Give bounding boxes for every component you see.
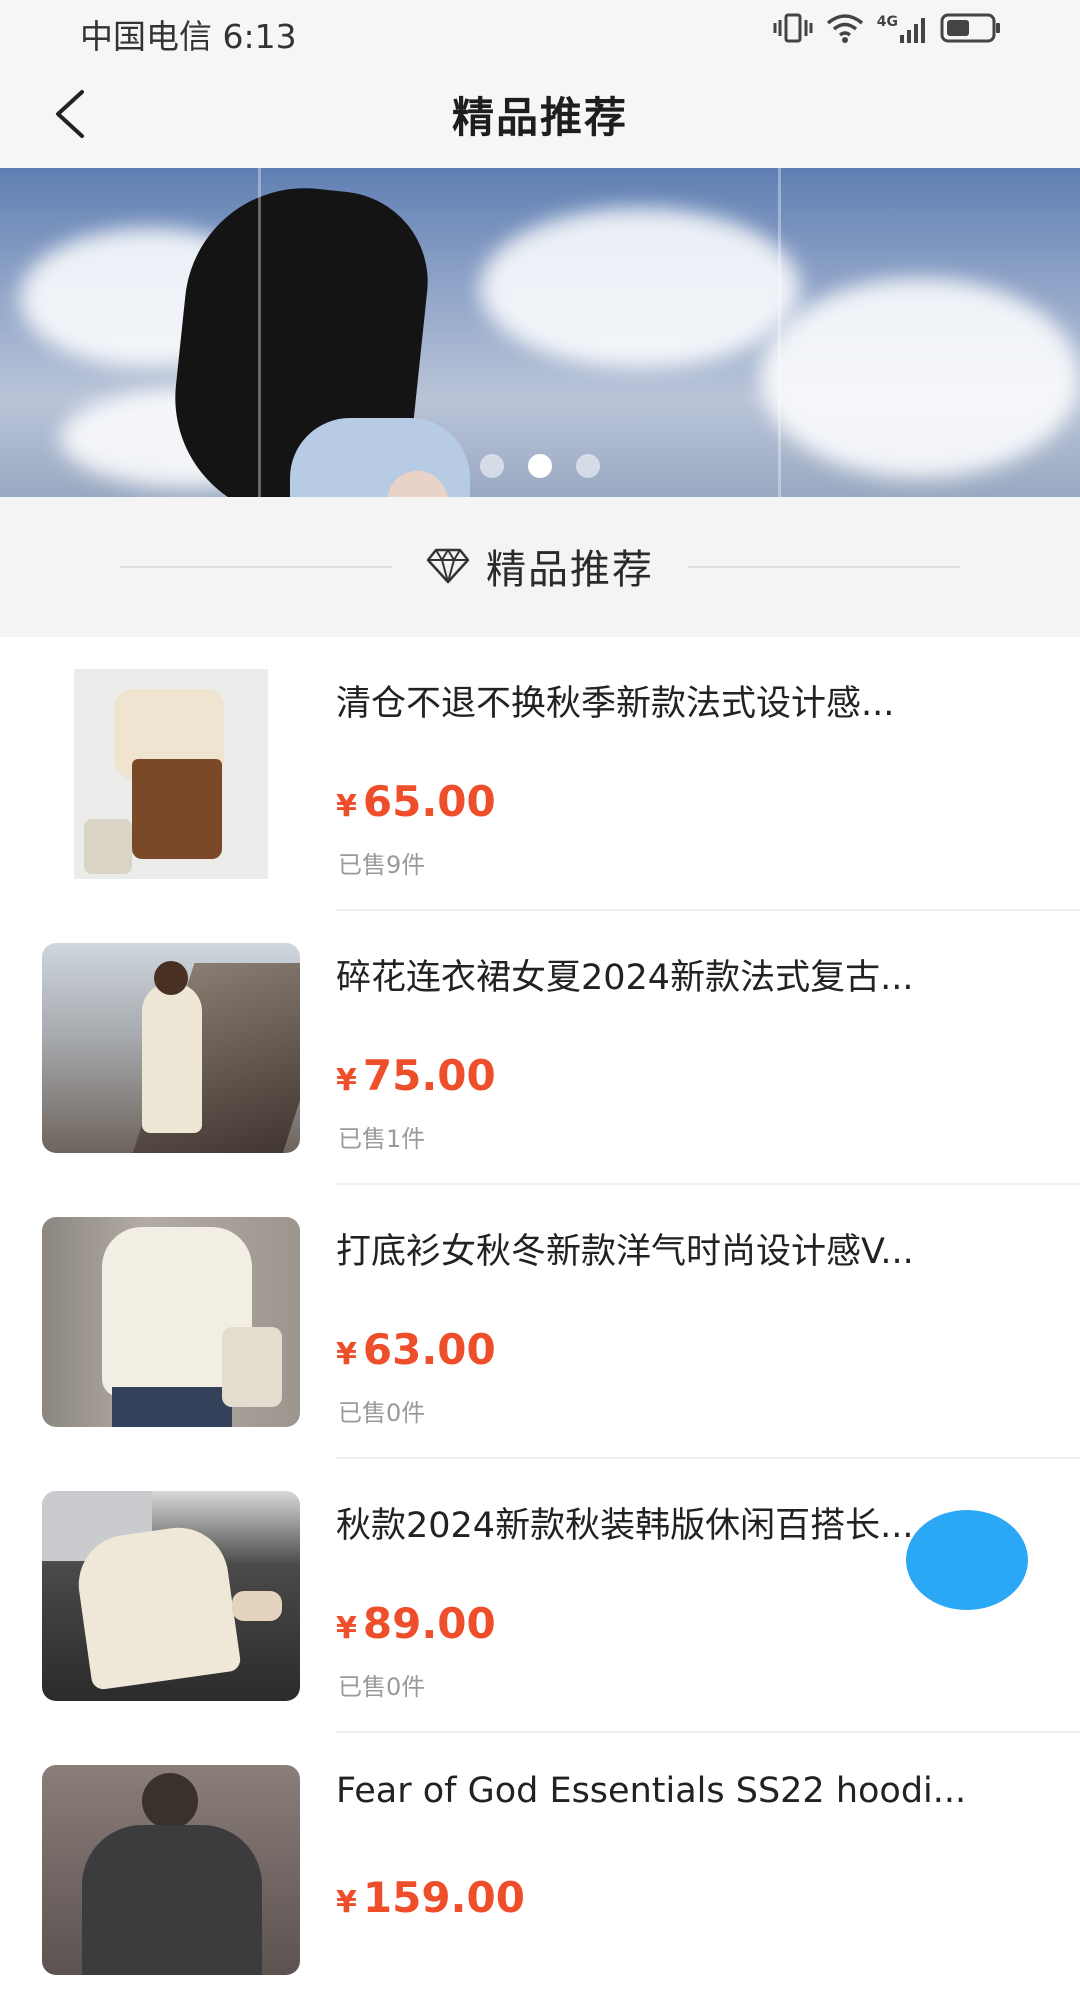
thumb-slippers <box>232 1591 282 1621</box>
sold-count: 已售0件 <box>338 1673 426 1701</box>
thumb-hoodie <box>82 1825 262 1975</box>
price-value: 65.00 <box>362 777 496 826</box>
thumb-bag <box>84 819 132 874</box>
currency-symbol: ¥ <box>336 1337 357 1372</box>
sold-count: 已售1件 <box>338 1125 426 1153</box>
network-label: 4G <box>876 14 898 30</box>
currency-symbol: ¥ <box>336 1885 357 1920</box>
currency-symbol: ¥ <box>336 1063 357 1098</box>
product-price: ¥ 75.00 <box>336 1051 496 1100</box>
section-title: 精品推荐 <box>486 547 654 593</box>
thumb-bag <box>222 1327 282 1407</box>
thumb-dress <box>142 983 202 1133</box>
carrier-time: 中国电信 6:13 <box>80 17 297 56</box>
price-value: 89.00 <box>362 1599 496 1648</box>
price-value: 159.00 <box>362 1873 525 1922</box>
page-title: 精品推荐 <box>451 93 628 142</box>
thumb-head <box>154 961 188 995</box>
signal-icon: 4G <box>877 15 928 45</box>
carousel-dot[interactable] <box>576 454 600 478</box>
section-title-group: 精品推荐 <box>0 537 1080 595</box>
status-bar: 中国电信 6:13 4G <box>0 0 1080 62</box>
product-price: ¥ 159.00 <box>336 1873 525 1922</box>
product-list: 清仓不退不换秋季新款法式设计感... ¥ 65.00 已售9件 碎花连衣裙女夏2… <box>0 637 1080 2007</box>
price-value: 75.00 <box>362 1051 496 1100</box>
product-price: ¥ 89.00 <box>336 1599 496 1648</box>
battery-icon <box>940 12 1002 48</box>
product-item[interactable]: 清仓不退不换秋季新款法式设计感... ¥ 65.00 已售9件 <box>0 637 1080 911</box>
thumb-head <box>142 1773 198 1829</box>
product-title: 碎花连衣裙女夏2024新款法式复古... <box>336 958 914 998</box>
floating-action-button[interactable] <box>906 1510 1028 1610</box>
product-image <box>74 669 268 879</box>
carousel-indicators <box>0 454 1080 478</box>
product-item[interactable]: 打底衫女秋冬新款洋气时尚设计感V... ¥ 63.00 已售0件 <box>0 1185 1080 1459</box>
thumb-hoodie <box>72 1521 242 1691</box>
product-title: Fear of God Essentials SS22 hoodi... <box>336 1771 967 1811</box>
product-price: ¥ 65.00 <box>336 777 496 826</box>
carousel-dot[interactable] <box>480 454 504 478</box>
sold-count: 已售0件 <box>338 1399 426 1427</box>
product-price: ¥ 63.00 <box>336 1325 496 1374</box>
product-title: 打底衫女秋冬新款洋气时尚设计感V... <box>336 1232 914 1272</box>
vibrate-icon <box>773 12 813 48</box>
banner-cloud <box>760 278 1080 478</box>
carousel-dot-active[interactable] <box>528 454 552 478</box>
product-item[interactable]: 碎花连衣裙女夏2024新款法式复古... ¥ 75.00 已售1件 <box>0 911 1080 1185</box>
currency-symbol: ¥ <box>336 789 357 824</box>
banner-carousel[interactable] <box>0 168 1080 497</box>
nav-bar: 精品推荐 <box>0 62 1080 168</box>
thumb-jeans <box>112 1387 232 1427</box>
banner-divider <box>258 168 261 497</box>
product-title: 清仓不退不换秋季新款法式设计感... <box>336 684 895 724</box>
banner-cloud <box>480 208 800 368</box>
banner-divider <box>778 168 781 497</box>
sold-count: 已售9件 <box>338 851 426 879</box>
diamond-icon <box>426 548 470 584</box>
product-image <box>42 1217 300 1427</box>
product-item[interactable]: 秋款2024新款秋装韩版休闲百搭长... ¥ 89.00 已售0件 <box>0 1459 1080 1733</box>
product-image <box>42 943 300 1153</box>
product-image <box>42 1491 300 1701</box>
thumb-skirt <box>132 759 222 859</box>
product-image <box>42 1765 300 1975</box>
wifi-icon <box>825 12 865 48</box>
product-item[interactable]: Fear of God Essentials SS22 hoodi... ¥ 1… <box>0 1733 1080 2007</box>
price-value: 63.00 <box>362 1325 496 1374</box>
currency-symbol: ¥ <box>336 1611 357 1646</box>
section-header: 精品推荐 <box>0 497 1080 637</box>
status-icons: 4G <box>773 12 1002 48</box>
